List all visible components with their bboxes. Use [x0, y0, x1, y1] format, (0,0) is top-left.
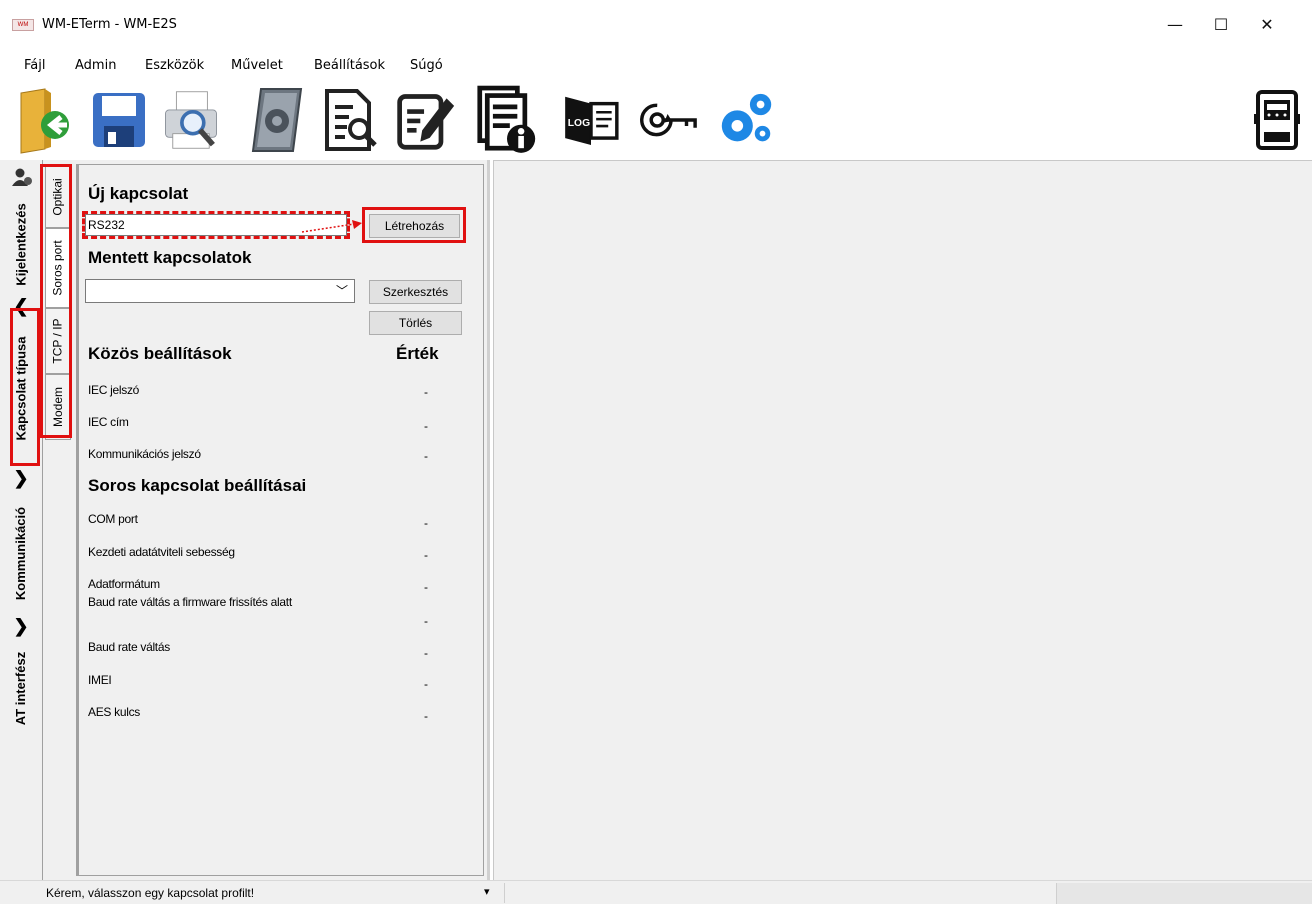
setting-value[interactable]: -	[424, 709, 428, 723]
side-nav-communication[interactable]: Kommunikáció	[0, 490, 42, 616]
minimize-button[interactable]: —	[1152, 10, 1198, 40]
status-bar: Kérem, válasszon egy kapcsolat profilt! …	[0, 880, 1312, 904]
status-message: Kérem, válasszon egy kapcsolat profilt!	[46, 886, 255, 900]
highlight-tabs	[40, 164, 72, 438]
chevron-down-icon: ﹀	[335, 284, 348, 298]
menu-tools[interactable]: Eszközök	[145, 58, 204, 73]
side-nav-communication-label: Kommunikáció	[13, 506, 29, 600]
log-text: LOG	[568, 118, 590, 129]
setting-label: IEC cím	[88, 415, 129, 429]
setting-value[interactable]: -	[424, 419, 428, 433]
highlight-create-button	[362, 207, 466, 243]
log-icon[interactable]: LOG	[560, 82, 622, 158]
setting-label: AES kulcs	[88, 705, 140, 719]
close-button[interactable]: ✕	[1244, 10, 1290, 40]
maximize-button[interactable]: ☐	[1198, 10, 1244, 40]
menu-operation[interactable]: Művelet	[231, 58, 283, 73]
setting-label: Baud rate váltás	[88, 640, 170, 654]
menu-help[interactable]: Súgó	[410, 58, 443, 73]
status-separator	[504, 883, 505, 903]
document-search-icon[interactable]	[318, 82, 380, 158]
meter-icon[interactable]	[1246, 82, 1308, 158]
setting-label: COM port	[88, 512, 138, 526]
setting-label: Kommunikációs jelszó	[88, 447, 201, 461]
menu-admin[interactable]: Admin	[75, 58, 116, 73]
saved-connections-heading: Mentett kapcsolatok	[88, 248, 252, 267]
arrow-icon	[301, 220, 362, 233]
menu-bar: Fájl Admin Eszközök Művelet Beállítások …	[0, 50, 1312, 80]
setting-value[interactable]: -	[424, 516, 428, 530]
common-settings-heading: Közös beállítások	[88, 344, 232, 363]
settings-gears-icon[interactable]	[716, 82, 778, 158]
print-preview-icon[interactable]	[160, 82, 222, 158]
side-nav-at-interface-label: AT interfész	[13, 651, 29, 725]
setting-value[interactable]: -	[424, 449, 428, 463]
serial-settings-heading: Soros kapcsolat beállításai	[88, 476, 307, 495]
setting-label: IEC jelszó	[88, 383, 140, 397]
document-info-icon[interactable]	[476, 82, 538, 158]
window-title: WM-ETerm - WM-E2S	[42, 17, 177, 32]
side-navigation: Kijelentkezés ❮ Kapcsolat típusa ❯ Kommu…	[0, 160, 42, 880]
setting-value[interactable]: -	[424, 646, 428, 660]
script-icon[interactable]	[246, 82, 308, 158]
value-heading: Érték	[396, 344, 439, 363]
new-connection-heading: Új kapcsolat	[88, 184, 189, 203]
setting-label: IMEI	[88, 673, 112, 687]
status-panel	[1056, 883, 1312, 904]
edit-button[interactable]: Szerkesztés	[369, 280, 462, 304]
toolbar: LOG	[0, 80, 1312, 160]
chevron-right-icon[interactable]: ❯	[12, 468, 30, 489]
setting-value[interactable]: -	[424, 385, 428, 399]
menu-settings[interactable]: Beállítások	[314, 58, 385, 73]
setting-value[interactable]: -	[424, 614, 428, 628]
setting-label: Kezdeti adatátviteli sebesség	[88, 545, 235, 559]
side-nav-logout-label: Kijelentkezés	[13, 202, 29, 286]
open-folder-icon[interactable]	[14, 82, 76, 158]
menu-file[interactable]: Fájl	[24, 58, 45, 73]
setting-label: Adatformátum	[88, 577, 160, 591]
setting-value[interactable]: -	[424, 548, 428, 562]
highlight-connection-type	[10, 308, 40, 466]
status-dropdown-icon[interactable]: ▾	[484, 885, 490, 898]
delete-button[interactable]: Törlés	[369, 311, 462, 335]
saved-connections-select[interactable]: ﹀	[85, 279, 355, 303]
side-nav-logout[interactable]: Kijelentkezés	[0, 192, 42, 296]
edit-document-icon[interactable]	[394, 82, 456, 158]
save-icon[interactable]	[88, 82, 150, 158]
title-bar: WM WM-ETerm - WM-E2S — ☐ ✕	[0, 0, 1312, 50]
main-content-area	[493, 160, 1312, 880]
key-refresh-icon[interactable]	[640, 82, 702, 158]
side-nav-at-interface[interactable]: AT interfész	[0, 638, 42, 738]
setting-label: Baud rate váltás a firmware frissítés al…	[88, 595, 292, 609]
setting-value[interactable]: -	[424, 580, 428, 594]
chevron-right-icon[interactable]: ❯	[12, 616, 30, 637]
user-icon	[12, 168, 32, 191]
setting-value[interactable]: -	[424, 677, 428, 691]
app-icon: WM	[12, 19, 34, 31]
